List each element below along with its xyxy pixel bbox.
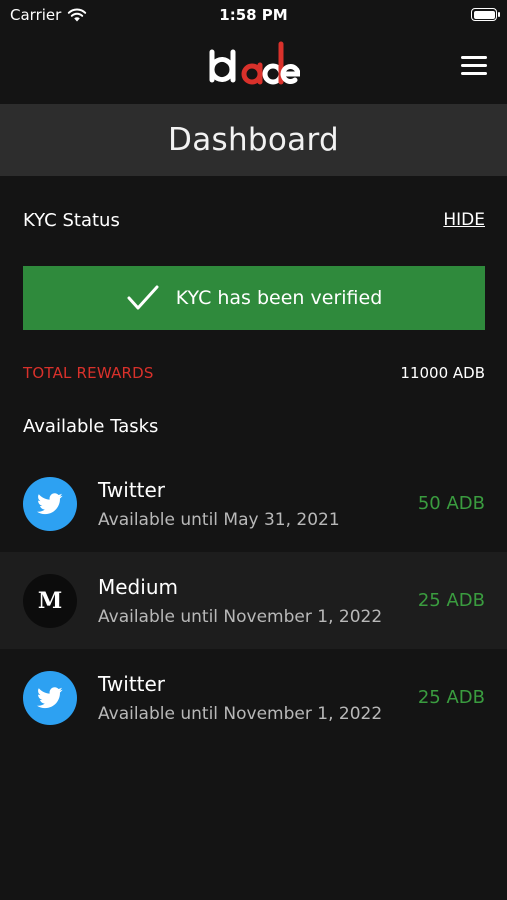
total-rewards-label: TOTAL REWARDS (23, 364, 154, 382)
page-title: Dashboard (168, 122, 339, 158)
kyc-status-label: KYC Status (23, 210, 120, 231)
task-row[interactable]: Twitter Available until November 1, 2022… (0, 649, 507, 746)
hide-link[interactable]: HIDE (443, 210, 485, 230)
task-date: Available until November 1, 2022 (98, 704, 383, 724)
hamburger-menu-icon[interactable] (461, 56, 487, 76)
task-name: Twitter (98, 478, 166, 502)
task-row[interactable]: M Medium Available until November 1, 202… (0, 552, 507, 649)
twitter-icon (23, 477, 77, 531)
task-reward: 25 ADB (417, 590, 485, 611)
task-date: Available until November 1, 2022 (98, 607, 383, 627)
medium-icon-letter: M (37, 588, 63, 614)
task-name: Twitter (98, 672, 166, 696)
kyc-status-row: KYC Status HIDE (23, 206, 485, 238)
total-rewards-value: 11000 ADB (400, 364, 485, 382)
battery-icon (471, 8, 500, 21)
checkmark-icon (127, 285, 159, 310)
medium-icon: M (23, 574, 77, 628)
task-name: Medium (98, 575, 178, 599)
task-reward: 50 ADB (417, 493, 485, 514)
total-rewards-row: TOTAL REWARDS 11000 ADB (23, 362, 485, 386)
blade-logo (209, 41, 300, 85)
task-date: Available until May 31, 2021 (98, 510, 340, 530)
page-header: Dashboard (0, 104, 507, 176)
available-tasks-title: Available Tasks (23, 416, 159, 437)
status-time: 1:58 PM (219, 6, 288, 24)
kyc-banner-text: KYC has been verified (175, 287, 383, 309)
status-bar: Carrier 1:58 PM (0, 0, 507, 32)
task-list: Twitter Available until May 31, 2021 50 … (0, 455, 507, 746)
task-row[interactable]: Twitter Available until May 31, 2021 50 … (0, 455, 507, 552)
task-reward: 25 ADB (417, 687, 485, 708)
twitter-icon (23, 671, 77, 725)
nav-bar (0, 32, 507, 104)
kyc-verified-banner: KYC has been verified (23, 266, 485, 330)
